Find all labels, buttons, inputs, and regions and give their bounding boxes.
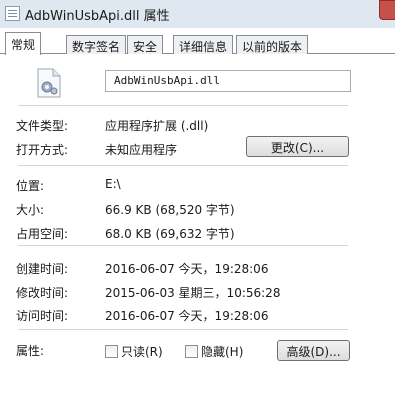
tab-general[interactable]: 常规	[5, 32, 42, 55]
file-type-label: 文件类型:	[16, 119, 69, 133]
divider	[18, 105, 348, 106]
tab-digital-signatures[interactable]: 数字签名	[66, 35, 127, 54]
properties-window-icon	[5, 6, 20, 21]
tab-details[interactable]: 详细信息	[173, 35, 234, 54]
divider	[18, 245, 348, 246]
opens-with-value: 未知应用程序	[105, 143, 178, 157]
readonly-checkbox[interactable]	[105, 345, 118, 358]
divider	[18, 165, 348, 166]
window-title: AdbWinUsbApi.dll 属性	[25, 9, 170, 24]
modified-label: 修改时间:	[16, 286, 69, 300]
size-on-disk-label: 占用空间:	[16, 227, 69, 241]
advanced-button[interactable]: 高级(D)...	[277, 340, 350, 361]
dll-file-icon	[37, 68, 61, 98]
change-button[interactable]: 更改(C)...	[246, 136, 349, 157]
accessed-label: 访问时间:	[16, 309, 69, 323]
file-type-value: 应用程序扩展 (.dll)	[105, 119, 209, 133]
general-panel: AdbWinUsbApi.dll 文件类型: 应用程序扩展 (.dll) 打开方…	[13, 54, 395, 401]
attributes-label: 属性:	[16, 344, 45, 358]
readonly-label[interactable]: 只读(R)	[121, 343, 163, 360]
size-on-disk-value: 68.0 KB (69,632 字节)	[105, 227, 235, 241]
created-value: 2016-06-07 今天，19:28:06	[105, 262, 269, 276]
title-bar: AdbWinUsbApi.dll 属性	[0, 0, 395, 28]
accessed-value: 2016-06-07 今天，19:28:06	[105, 309, 269, 323]
size-value: 66.9 KB (68,520 字节)	[105, 203, 235, 217]
hidden-checkbox[interactable]	[185, 345, 198, 358]
modified-value: 2015-06-03 星期三，10:56:28	[105, 286, 281, 300]
close-button[interactable]	[379, 0, 395, 20]
tab-strip: 常规 数字签名 安全 详细信息 以前的版本	[0, 28, 395, 55]
tab-security[interactable]: 安全	[127, 35, 164, 54]
tab-previous-versions[interactable]: 以前的版本	[236, 35, 309, 54]
opens-with-label: 打开方式:	[16, 143, 69, 157]
location-value: E:\	[105, 177, 121, 191]
divider	[18, 329, 348, 330]
created-label: 创建时间:	[16, 262, 69, 276]
location-label: 位置:	[16, 179, 45, 193]
filename-field[interactable]: AdbWinUsbApi.dll	[105, 70, 351, 92]
size-label: 大小:	[16, 203, 45, 217]
hidden-label[interactable]: 隐藏(H)	[201, 343, 243, 360]
